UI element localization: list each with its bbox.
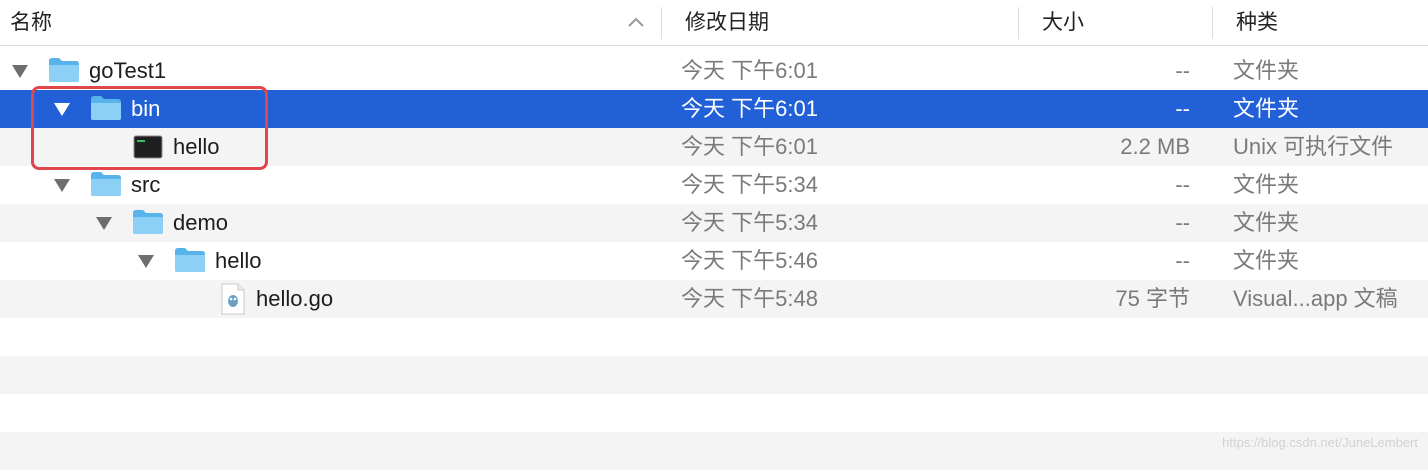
empty-row	[0, 356, 1428, 394]
disclosure-triangle-icon[interactable]	[11, 63, 29, 79]
disclosure-triangle-icon[interactable]	[137, 253, 155, 269]
modified-date: 今天 下午6:01	[681, 58, 818, 83]
file-kind: Visual...app 文稿	[1233, 286, 1398, 311]
empty-row	[0, 318, 1428, 356]
file-name: demo	[173, 210, 229, 235]
file-size: --	[1175, 96, 1190, 121]
file-row-bin[interactable]: bin 今天 下午6:01 -- 文件夹	[0, 90, 1428, 128]
modified-date: 今天 下午6:01	[681, 96, 818, 121]
sort-ascending-icon[interactable]	[626, 13, 646, 33]
file-kind: 文件夹	[1233, 96, 1300, 121]
column-divider[interactable]	[1018, 7, 1019, 39]
modified-date: 今天 下午5:34	[681, 172, 818, 197]
folder-icon	[91, 172, 121, 196]
file-row-demo[interactable]: demo 今天 下午5:34 -- 文件夹	[0, 204, 1428, 242]
empty-row	[0, 432, 1428, 470]
file-size: --	[1175, 248, 1190, 273]
column-divider[interactable]	[661, 7, 662, 39]
file-name: goTest1	[89, 58, 167, 83]
folder-icon	[133, 210, 163, 234]
file-name: hello	[173, 134, 220, 159]
column-divider[interactable]	[1212, 7, 1213, 39]
modified-date: 今天 下午5:48	[681, 286, 818, 311]
modified-date: 今天 下午5:46	[681, 248, 818, 273]
disclosure-triangle-icon[interactable]	[95, 215, 113, 231]
column-name-header[interactable]: 名称	[10, 0, 52, 46]
file-size: --	[1175, 172, 1190, 197]
folder-icon	[175, 248, 205, 272]
file-kind: Unix 可执行文件	[1233, 134, 1394, 159]
watermark: https://blog.csdn.net/JuneLembert	[1222, 435, 1418, 450]
column-header: 名称 修改日期 大小 种类	[0, 0, 1428, 46]
file-row-hello-folder[interactable]: hello 今天 下午5:46 -- 文件夹	[0, 242, 1428, 280]
file-list: goTest1 今天 下午6:01 -- 文件夹 bin 今天 下午6:01 -…	[0, 52, 1428, 470]
file-row-hello-go[interactable]: hello.go 今天 下午5:48 75 字节 Visual...app 文稿	[0, 280, 1428, 318]
folder-icon	[49, 58, 79, 82]
file-size: 2.2 MB	[1120, 134, 1190, 159]
file-size: --	[1175, 210, 1190, 235]
terminal-executable-icon	[133, 135, 163, 159]
file-name: src	[131, 172, 161, 197]
folder-icon	[91, 96, 121, 120]
file-size: 75 字节	[1115, 286, 1190, 311]
file-row-hello-executable[interactable]: hello 今天 下午6:01 2.2 MB Unix 可执行文件	[0, 128, 1428, 166]
file-row-gotest1[interactable]: goTest1 今天 下午6:01 -- 文件夹	[0, 52, 1428, 90]
column-size-header[interactable]: 大小	[1042, 0, 1084, 46]
column-modified-header[interactable]: 修改日期	[685, 0, 769, 46]
disclosure-triangle-icon[interactable]	[53, 101, 71, 117]
file-kind: 文件夹	[1233, 58, 1300, 83]
file-name: hello	[215, 248, 262, 273]
file-name: hello.go	[256, 286, 334, 311]
file-kind: 文件夹	[1233, 172, 1300, 197]
file-row-src[interactable]: src 今天 下午5:34 -- 文件夹	[0, 166, 1428, 204]
column-kind-header[interactable]: 种类	[1236, 0, 1278, 46]
empty-row	[0, 394, 1428, 432]
modified-date: 今天 下午6:01	[681, 134, 818, 159]
file-name: bin	[131, 96, 161, 121]
modified-date: 今天 下午5:34	[681, 210, 818, 235]
file-size: --	[1175, 58, 1190, 83]
go-document-icon	[221, 283, 245, 315]
disclosure-triangle-icon[interactable]	[53, 177, 71, 193]
file-kind: 文件夹	[1233, 210, 1300, 235]
file-kind: 文件夹	[1233, 248, 1300, 273]
